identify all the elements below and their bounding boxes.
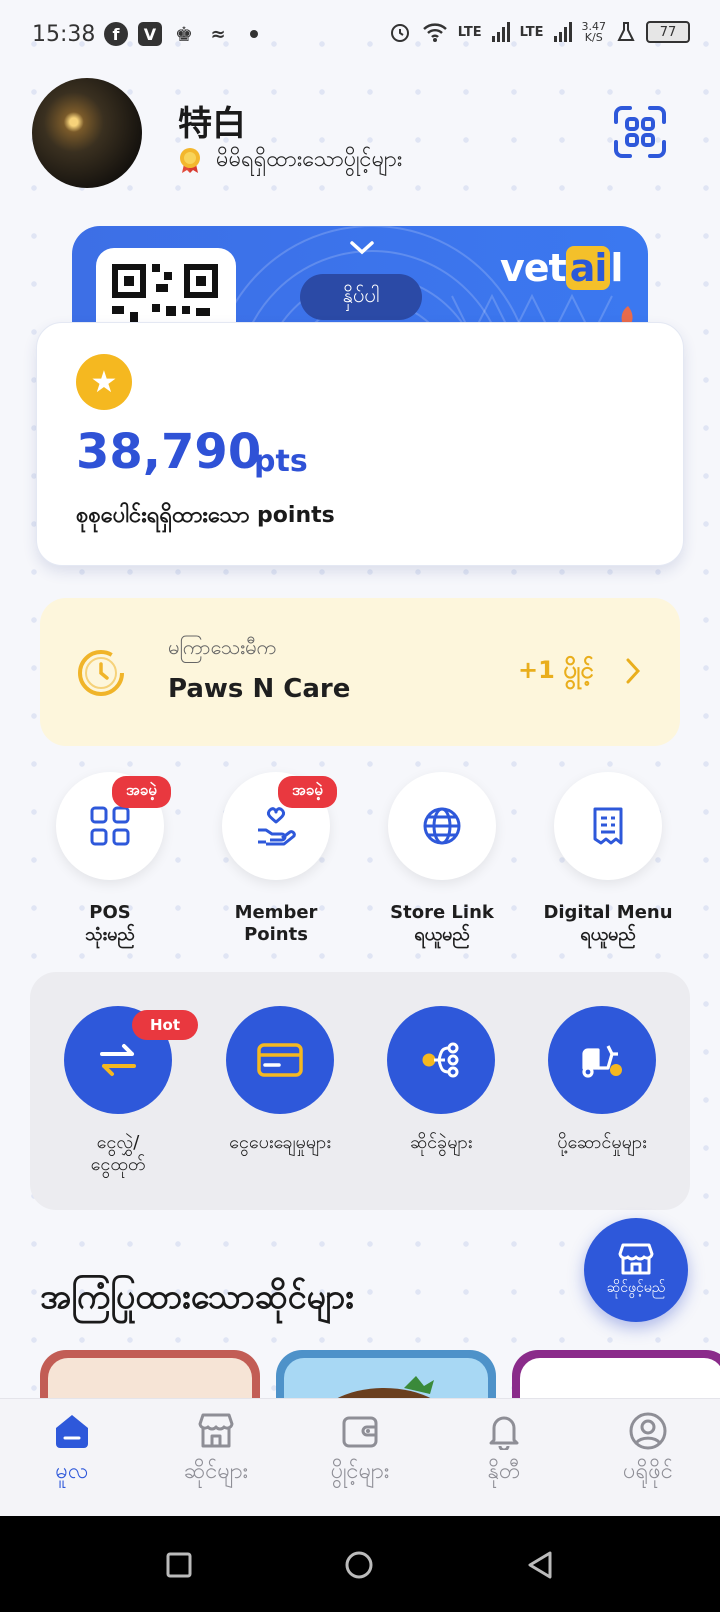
recent-caption: မကြာသေးမီက [168, 635, 277, 659]
recents-icon[interactable] [166, 1552, 192, 1578]
nav-stores-label: ဆိုင်များ [183, 1459, 249, 1484]
scan-icon[interactable] [612, 104, 668, 160]
teams-icon: ♚ [175, 22, 193, 46]
chevron-down-icon[interactable] [348, 238, 376, 258]
status-right: LTE LTE 3.47 K/S 77 [388, 20, 690, 44]
featured-section-title: အကြံပြုထားသောဆိုင်များ [40, 1277, 354, 1317]
clock-icon [78, 650, 124, 696]
profile-icon [629, 1412, 667, 1450]
store-link-button[interactable] [388, 772, 496, 880]
branches-label: ဆိုင်ခွဲများ [409, 1132, 473, 1153]
nav-stores[interactable]: ဆိုင်များ [144, 1412, 288, 1489]
nav-notifications-label: နိုတီ [487, 1459, 521, 1484]
nav-points[interactable]: ပွိုင့်များ [288, 1412, 432, 1489]
feature-store-link-label: Store Link ရယူမည် [390, 902, 494, 945]
system-nav-bar [0, 1516, 720, 1612]
profile-points-link[interactable]: မိမိရရှိထားသောပွိုင့်များ [216, 144, 402, 177]
home-circle-icon[interactable] [344, 1550, 374, 1580]
store-icon [618, 1243, 654, 1274]
feature-pos-label: POS သုံးမည် [85, 902, 135, 945]
signal-icon [491, 22, 510, 42]
avatar[interactable] [32, 78, 142, 188]
battery-indicator: 77 [646, 21, 690, 43]
profile-name: 特白 [178, 104, 246, 144]
zalo-icon: ≈ [210, 23, 226, 45]
nav-notifications[interactable]: နိုတီ [432, 1412, 576, 1489]
wifi-icon [422, 23, 447, 42]
hand-heart-icon [258, 807, 296, 846]
free-tag-member: အခမဲ့ [278, 776, 337, 808]
points-value: 38,790 [76, 424, 262, 480]
chevron-right-icon[interactable] [624, 656, 642, 686]
flask-icon [617, 22, 635, 41]
alarm-icon [390, 24, 409, 42]
status-time: 15:38 [32, 22, 96, 47]
wallet-icon [342, 1416, 378, 1448]
delivery-button[interactable] [548, 1006, 656, 1114]
points-label: စုစုပေါင်းရရှိထားသော points [76, 503, 335, 528]
points-unit: pts [254, 444, 308, 479]
branches-icon [422, 1042, 459, 1078]
open-store-fab[interactable]: ဆိုင်ဖွင့်မည် [584, 1218, 688, 1322]
nav-profile[interactable]: ပရိုဖိုင် [576, 1412, 720, 1489]
home-icon [56, 1415, 88, 1448]
hot-tag: Hot [132, 1010, 199, 1040]
feature-store-link[interactable] [388, 772, 496, 880]
status-bar: 15:38 f V ♚ ≈ LTE LTE 3.47 K/S 77 [0, 0, 720, 72]
digital-menu-button[interactable] [554, 772, 662, 880]
network-label-1: LTE [457, 24, 482, 40]
menu-receipt-icon [593, 807, 623, 845]
branches-button[interactable] [387, 1006, 495, 1114]
store-icon [198, 1413, 234, 1448]
network-label-2: LTE [519, 24, 544, 40]
feature-member-label: Member Points [234, 902, 318, 945]
facebook-icon: f [104, 22, 128, 46]
recent-bonus: +1 ပွိုင့် [518, 656, 594, 684]
payments-label: ငွေပေးချေမှုများ [229, 1132, 331, 1153]
transfer-icon [100, 1044, 136, 1076]
feature-digital-menu-label: Digital Menu ရယူမည် [543, 902, 673, 945]
more-notifications-dot [250, 30, 258, 38]
signal-icon-2 [553, 22, 572, 42]
brand-logo: vet ai l [500, 246, 623, 290]
nav-profile-label: ပရိုဖိုင် [623, 1459, 673, 1484]
grid-icon [90, 806, 130, 846]
net-speed: 3.47 K/S [581, 20, 607, 44]
press-button[interactable]: နှိပ်ပါ [300, 274, 422, 320]
medal-icon [180, 148, 200, 173]
fab-label: ဆိုင်ဖွင့်မည် [606, 1279, 666, 1296]
free-tag-pos: အခမဲ့ [112, 776, 171, 808]
transfer-label: ငွေလွှဲ/ငွေထုတ် [90, 1132, 146, 1175]
globe-icon [423, 807, 461, 845]
back-icon[interactable] [526, 1550, 554, 1580]
notification-icons: f V ♚ ≈ [104, 22, 258, 46]
bell-icon [489, 1416, 519, 1450]
star-icon: ★ [76, 354, 132, 410]
recent-store-name: Paws N Care [168, 674, 351, 704]
payments-button[interactable] [226, 1006, 334, 1114]
nav-points-label: ပွိုင့်များ [330, 1459, 390, 1484]
nav-home[interactable]: မူလ [0, 1412, 144, 1489]
delivery-label: ပို့ဆောင်မှုများ [557, 1132, 647, 1153]
feature-digital-menu[interactable] [554, 772, 662, 880]
nav-home-label: မူလ [55, 1459, 89, 1484]
viber-icon: V [138, 22, 162, 46]
card-icon [257, 1043, 303, 1077]
scooter-icon [582, 1045, 622, 1078]
